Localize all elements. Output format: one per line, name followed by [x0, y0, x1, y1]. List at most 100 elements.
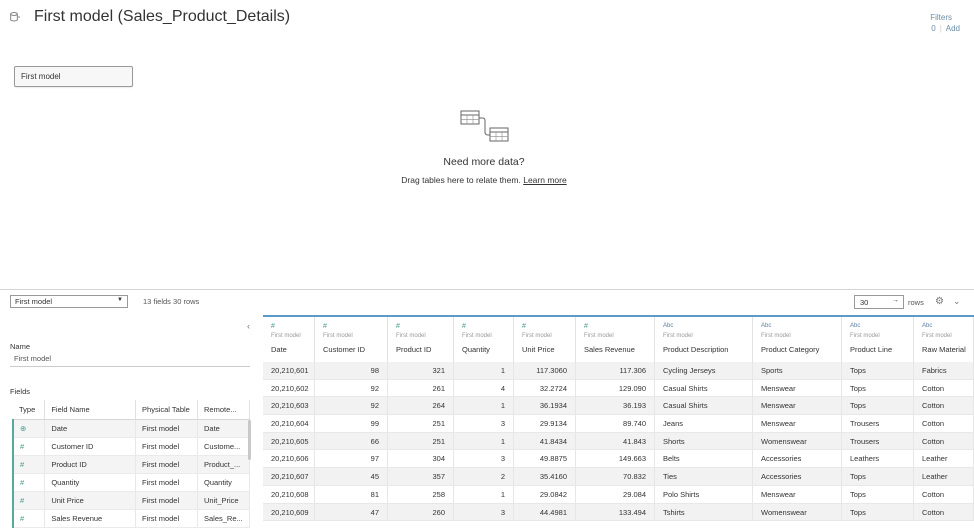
table-cell[interactable]: 20,210,606: [263, 450, 315, 468]
table-cell[interactable]: 47: [315, 503, 388, 521]
table-cell[interactable]: 20,210,607: [263, 468, 315, 485]
table-cell[interactable]: 20,210,603: [263, 397, 315, 415]
table-cell[interactable]: 117.3060: [514, 362, 576, 379]
table-cell[interactable]: 258: [388, 485, 454, 503]
table-cell[interactable]: Cotton: [914, 503, 974, 521]
table-cell[interactable]: Womenswear: [753, 432, 842, 450]
add-filter-link[interactable]: Add: [946, 24, 960, 33]
table-row[interactable]: 20,210,605 66 251 1 41.8434 41.843 Shorts Women…: [263, 432, 974, 451]
table-cell[interactable]: Jeans: [655, 415, 753, 432]
field-name[interactable]: Unit Price: [44, 491, 137, 510]
field-name[interactable]: Product ID: [44, 455, 137, 474]
table-cell[interactable]: 251: [388, 432, 454, 450]
grid-column-header[interactable]: Abc First model Product Description: [655, 317, 753, 362]
table-cell[interactable]: 98: [315, 362, 388, 379]
table-cell[interactable]: Leather: [914, 468, 974, 485]
table-cell[interactable]: Sports: [753, 362, 842, 379]
table-row[interactable]: 20,210,607 45 357 2 35.4160 70.832 Ties Accesso…: [263, 468, 974, 486]
table-cell[interactable]: 70.832: [576, 468, 655, 485]
table-cell[interactable]: 92: [315, 397, 388, 415]
table-cell[interactable]: Tops: [842, 485, 914, 503]
table-cell[interactable]: 20,210,601: [263, 362, 315, 379]
pane-divider[interactable]: [0, 289, 974, 290]
table-cell[interactable]: 81: [315, 485, 388, 503]
table-cell[interactable]: 20,210,602: [263, 379, 315, 397]
table-row[interactable]: 20,210,609 47 260 3 44.4981 133.494 Tshirts Wom…: [263, 503, 974, 522]
table-cell[interactable]: Cotton: [914, 397, 974, 415]
col-field-name-header[interactable]: Field Name: [44, 400, 137, 420]
grid-column-header[interactable]: # First model Date: [263, 317, 315, 362]
table-cell[interactable]: 35.4160: [514, 468, 576, 485]
table-cell[interactable]: Tops: [842, 379, 914, 397]
field-name[interactable]: Quantity: [44, 473, 137, 492]
table-cell[interactable]: Tops: [842, 397, 914, 415]
table-cell[interactable]: 29.9134: [514, 415, 576, 432]
table-cell[interactable]: Cotton: [914, 485, 974, 503]
field-row[interactable]: # Quantity First model Quantity: [12, 473, 251, 492]
table-cell[interactable]: Trousers: [842, 432, 914, 450]
number-type-icon[interactable]: #: [271, 323, 314, 332]
table-cell[interactable]: Menswear: [753, 415, 842, 432]
logical-table-chip[interactable]: First model: [14, 66, 133, 87]
grid-column-header[interactable]: # First model Quantity: [454, 317, 514, 362]
number-type-icon[interactable]: #: [584, 323, 654, 332]
field-name[interactable]: Sales Revenue: [44, 509, 137, 528]
table-row[interactable]: 20,210,606 97 304 3 49.8875 149.663 Belts Acces…: [263, 450, 974, 469]
table-cell[interactable]: 41.843: [576, 432, 655, 450]
table-cell[interactable]: 41.8434: [514, 432, 576, 450]
col-type-header[interactable]: Type: [13, 400, 46, 420]
table-cell[interactable]: Cotton: [914, 415, 974, 432]
table-cell[interactable]: 66: [315, 432, 388, 450]
field-name[interactable]: Customer ID: [44, 437, 137, 456]
fields-scrollbar[interactable]: [248, 420, 251, 460]
table-cell[interactable]: 1: [454, 485, 514, 503]
field-row[interactable]: ⊕ Date First model Date: [12, 419, 251, 438]
table-cell[interactable]: 117.306: [576, 362, 655, 379]
number-type-icon[interactable]: #: [396, 323, 453, 332]
table-cell[interactable]: 36.1934: [514, 397, 576, 415]
number-type-icon[interactable]: #: [522, 323, 575, 332]
table-cell[interactable]: 20,210,605: [263, 432, 315, 450]
grid-column-header[interactable]: # First model Customer ID: [315, 317, 388, 362]
field-row[interactable]: # Product ID First model Product_...: [12, 455, 251, 474]
string-type-icon[interactable]: Abc: [663, 323, 752, 332]
table-cell[interactable]: 264: [388, 397, 454, 415]
table-cell[interactable]: Womenswear: [753, 503, 842, 521]
table-cell[interactable]: 251: [388, 415, 454, 432]
table-cell[interactable]: 3: [454, 450, 514, 468]
grid-column-header[interactable]: # First model Sales Revenue: [576, 317, 655, 362]
string-type-icon[interactable]: Abc: [761, 323, 841, 332]
table-cell[interactable]: Cotton: [914, 379, 974, 397]
table-cell[interactable]: 1: [454, 397, 514, 415]
table-cell[interactable]: 20,210,609: [263, 503, 315, 521]
grid-column-header[interactable]: Abc First model Raw Material: [914, 317, 974, 362]
table-cell[interactable]: 2: [454, 468, 514, 485]
table-cell[interactable]: Cycling Jerseys: [655, 362, 753, 379]
table-row[interactable]: 20,210,602 92 261 4 32.2724 129.090 Casual Shi…: [263, 379, 974, 398]
table-cell[interactable]: Ties: [655, 468, 753, 485]
table-cell[interactable]: 92: [315, 379, 388, 397]
gear-icon[interactable]: ⚙: [935, 296, 944, 307]
table-cell[interactable]: 3: [454, 415, 514, 432]
table-row[interactable]: 20,210,604 99 251 3 29.9134 89.740 Jeans Menswe…: [263, 415, 974, 433]
table-cell[interactable]: 36.193: [576, 397, 655, 415]
table-cell[interactable]: Leathers: [842, 450, 914, 468]
table-cell[interactable]: Trousers: [842, 415, 914, 432]
table-cell[interactable]: 149.663: [576, 450, 655, 468]
table-cell[interactable]: 89.740: [576, 415, 655, 432]
string-type-icon[interactable]: Abc: [922, 323, 973, 332]
table-cell[interactable]: 20,210,604: [263, 415, 315, 432]
table-cell[interactable]: Menswear: [753, 397, 842, 415]
table-select-dropdown[interactable]: First model ▼: [10, 295, 128, 308]
grid-column-header[interactable]: # First model Unit Price: [514, 317, 576, 362]
table-cell[interactable]: Casual Shirts: [655, 397, 753, 415]
grid-column-header[interactable]: Abc First model Product Category: [753, 317, 842, 362]
table-cell[interactable]: Tops: [842, 362, 914, 379]
table-cell[interactable]: 44.4981: [514, 503, 576, 521]
table-cell[interactable]: 357: [388, 468, 454, 485]
table-cell[interactable]: 20,210,608: [263, 485, 315, 503]
table-cell[interactable]: 133.494: [576, 503, 655, 521]
table-cell[interactable]: Polo Shirts: [655, 485, 753, 503]
table-cell[interactable]: 4: [454, 379, 514, 397]
number-type-icon[interactable]: #: [462, 323, 513, 332]
